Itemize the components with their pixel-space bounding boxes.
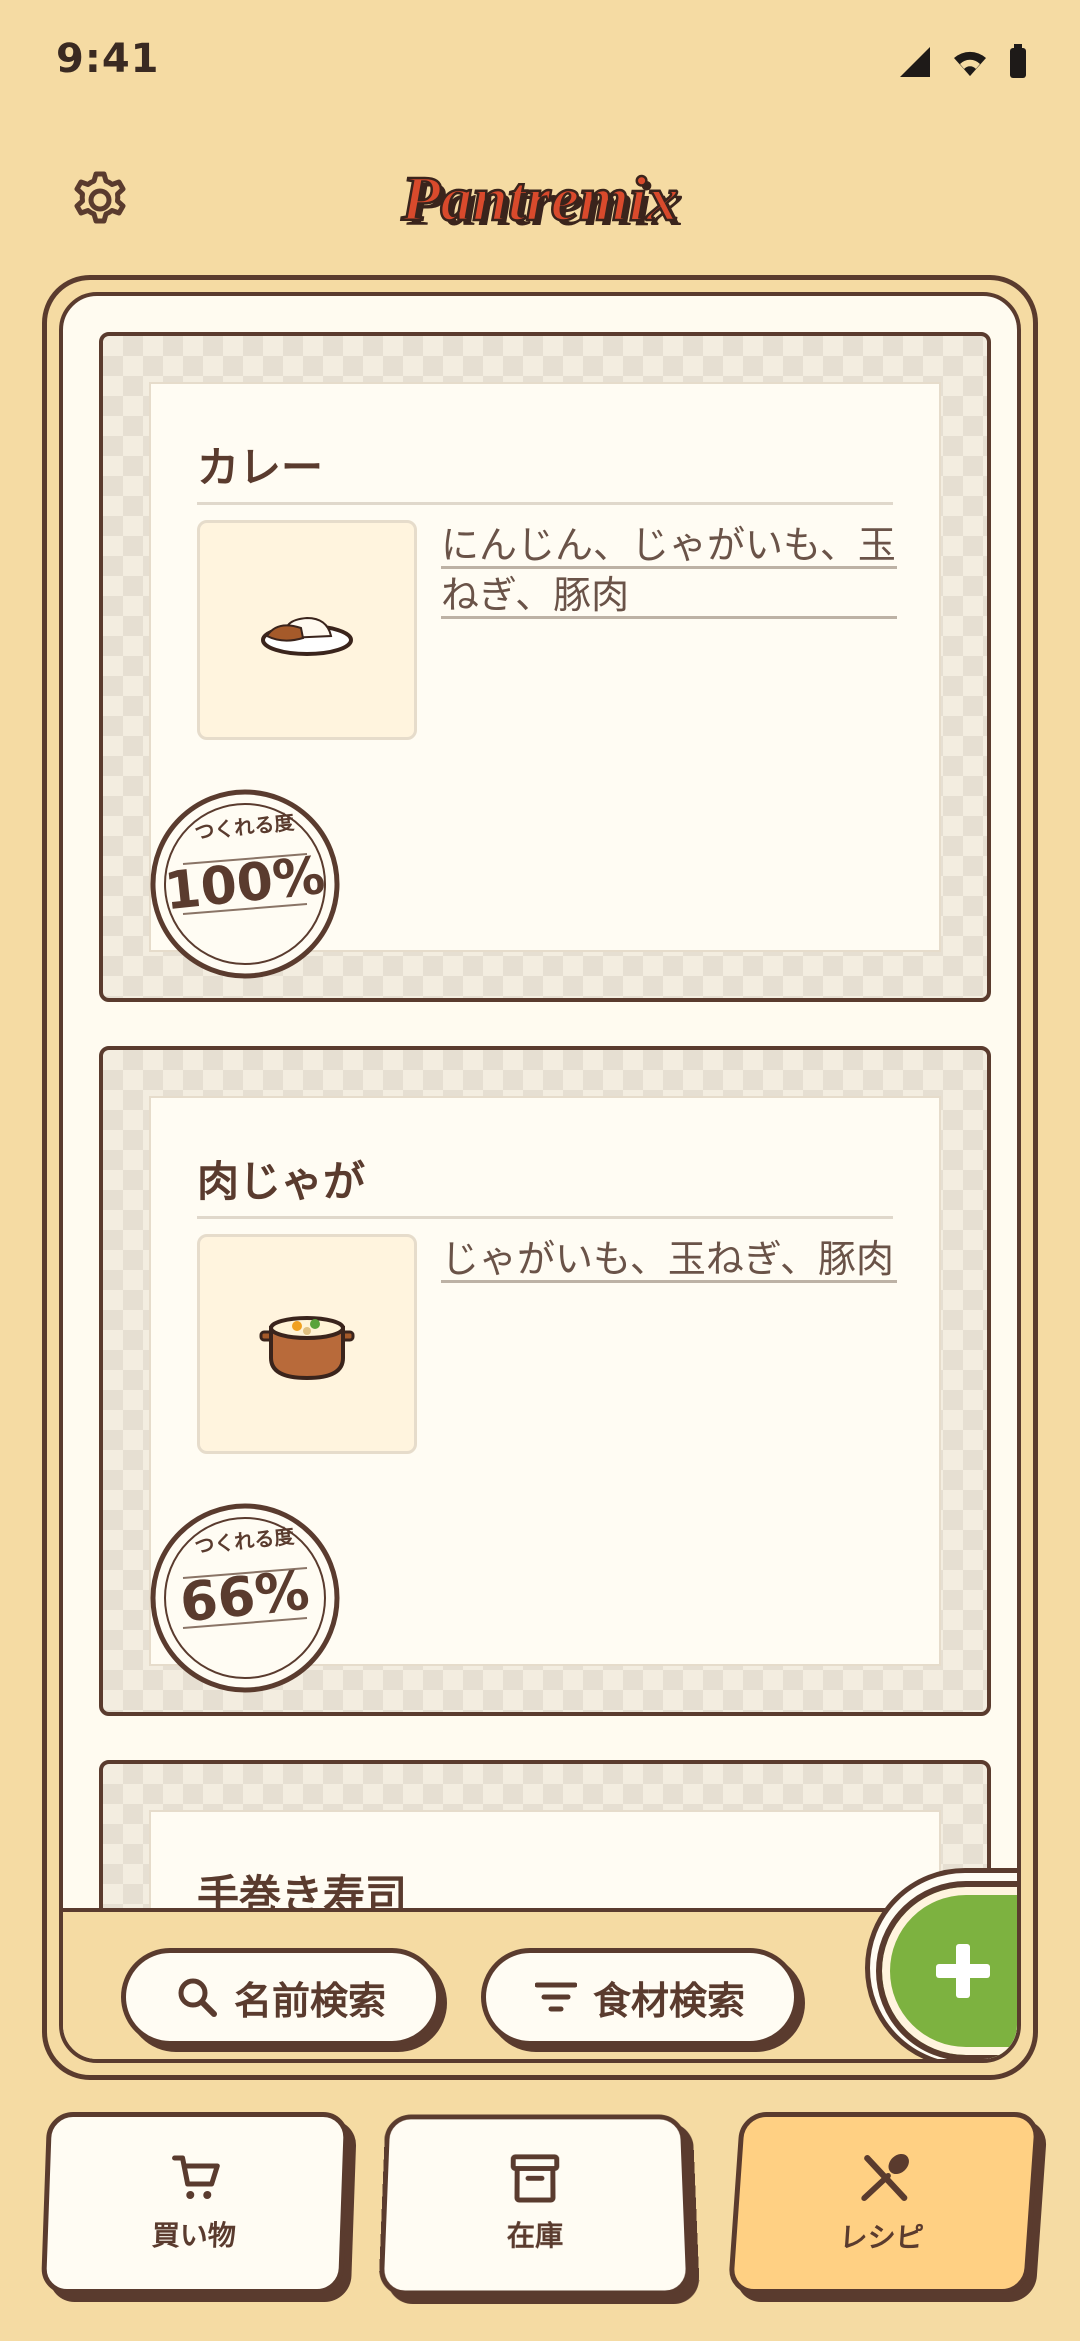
cutlery-icon [861,2153,909,2201]
title-divider [197,1216,893,1219]
tab-inventory[interactable]: 在庫 [378,2114,692,2296]
recipe-title: 肉じゃが [197,1157,366,1206]
signal-icon [900,47,930,77]
title-divider [197,502,893,505]
cart-icon [172,2155,220,2199]
recipe-image [197,1234,417,1454]
name-search-label: 名前検索 [233,1978,386,2023]
curry-rice-icon [261,616,353,656]
pantremix-logo: Pantremix Pantremix [399,162,684,239]
wifi-icon [954,51,986,76]
recipe-image [197,520,417,740]
archive-icon [509,2153,561,2204]
tab-label: 買い物 [151,2219,237,2252]
recipe-title: 手巻き寿司 [197,1871,408,1908]
settings-gear-icon[interactable] [70,170,130,230]
app-header: Pantremix Pantremix [0,150,1080,260]
recipe-card-paper: 肉じゃが じゃがいも、玉ねぎ、豚肉 つくれる度 66% [149,1096,941,1693]
battery-icon [1010,44,1026,78]
tab-label: 在庫 [506,2218,564,2253]
search-bar: 名前検索 食材検索 [63,1868,1017,2059]
search-icon [178,1978,217,2017]
plus-icon [936,1944,990,1998]
filter-icon [534,1982,577,2012]
stew-pot-icon [259,1316,355,1381]
tab-label: レシピ [838,2221,925,2254]
ingredient-search-button[interactable]: 食材検索 [481,1948,799,2046]
status-bar: 9:41 [0,0,1080,120]
makeability-stamp: つくれる度 66% [150,1503,340,1693]
makeability-stamp: つくれる度 100% [150,789,340,979]
recipe-ingredients: にんじん、じゃがいも、玉ねぎ、豚肉 [441,520,897,620]
add-recipe-button[interactable] [876,1881,1017,2059]
recipe-card-curry[interactable]: カレー にんじん、じゃがいも、玉ねぎ、豚肉 つくれる度 100% [99,332,991,1002]
recipe-ingredients: じゃがいも、玉ねぎ、豚肉 [441,1234,897,1284]
svg-text:Pantremix: Pantremix [400,163,678,234]
recipe-list-inner: カレー にんじん、じゃがいも、玉ねぎ、豚肉 つくれる度 100% 肉じゃが じゃ… [59,292,1021,2063]
status-time: 9:41 [56,36,160,82]
recipe-list-frame: カレー にんじん、じゃがいも、玉ねぎ、豚肉 つくれる度 100% 肉じゃが じゃ… [42,275,1038,2080]
tab-shopping[interactable]: 買い物 [40,2112,350,2294]
recipe-card-paper: 手巻き寿司 [149,1810,941,1908]
recipe-title: カレー [197,443,324,492]
ingredient-search-label: 食材検索 [592,1978,745,2023]
recipe-list[interactable]: カレー にんじん、じゃがいも、玉ねぎ、豚肉 つくれる度 100% 肉じゃが じゃ… [63,296,1017,1908]
name-search-button[interactable]: 名前検索 [121,1948,441,2046]
recipe-card-nikujaga[interactable]: 肉じゃが じゃがいも、玉ねぎ、豚肉 つくれる度 66% [99,1046,991,1716]
stamp-percent: 66% [177,1558,312,1634]
recipe-card-paper: カレー にんじん、じゃがいも、玉ねぎ、豚肉 つくれる度 100% [149,382,941,979]
status-icons [898,44,1028,80]
recipe-card-temaki[interactable]: 手巻き寿司 [99,1760,991,1908]
tab-recipes[interactable]: レシピ [727,2112,1041,2294]
